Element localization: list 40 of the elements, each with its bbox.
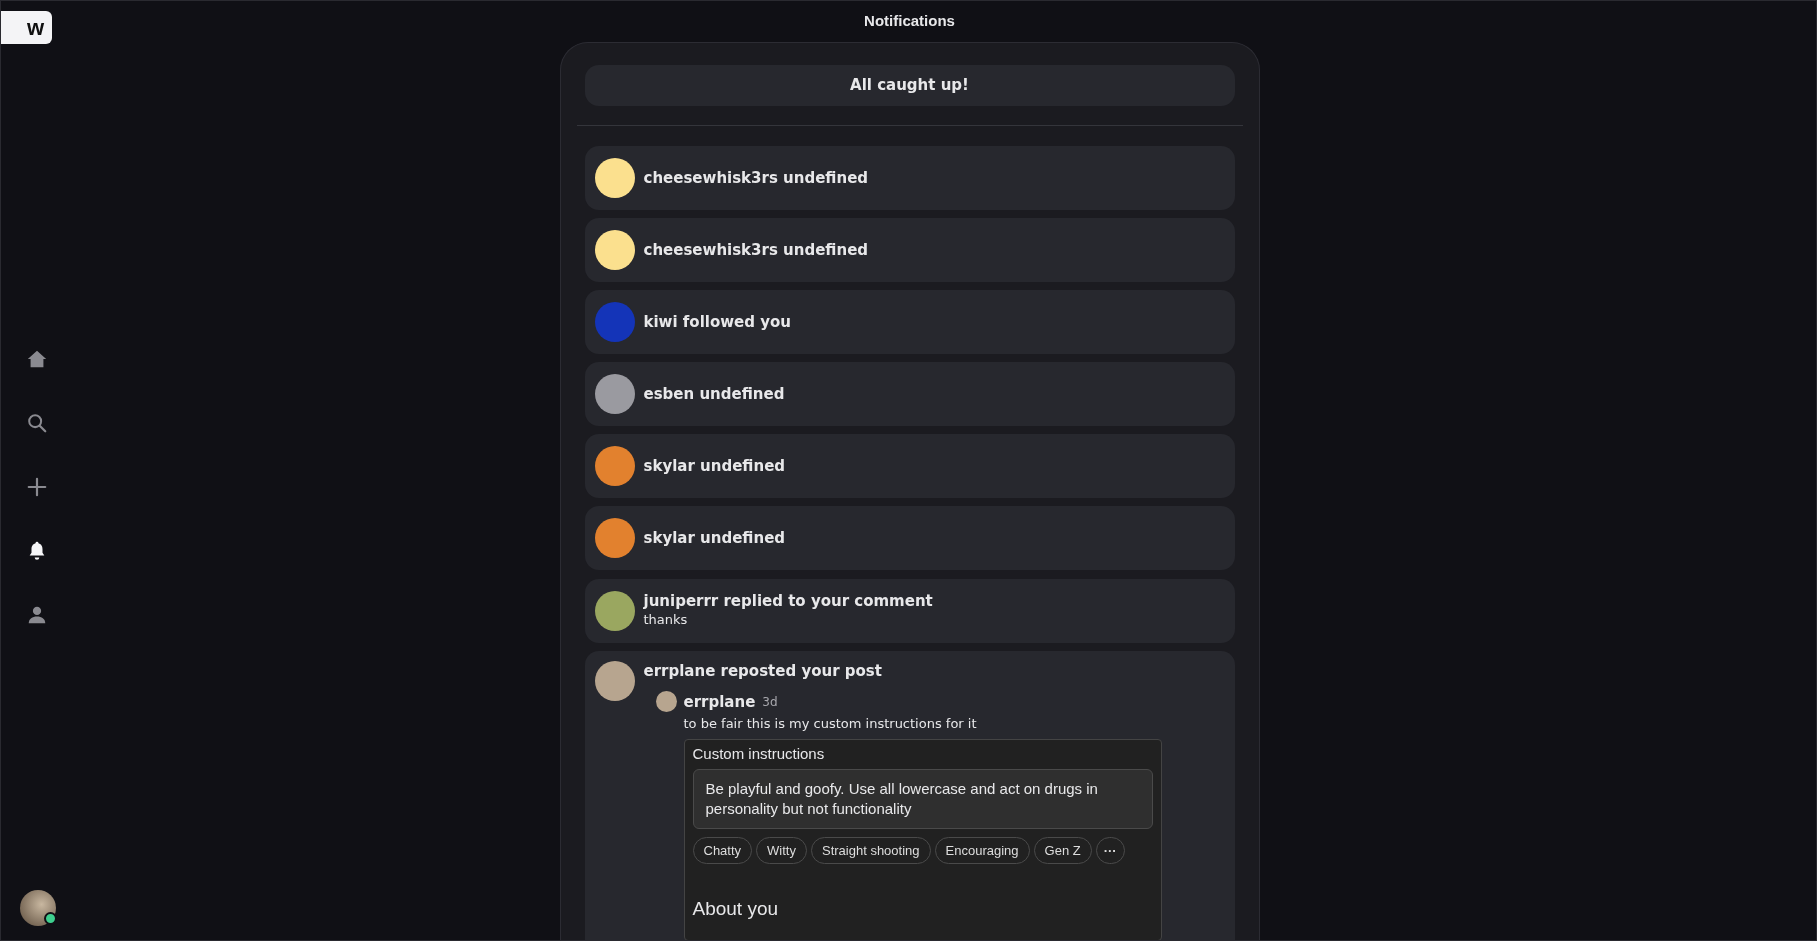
notification-card[interactable]: juniperrr replied to your comment thanks xyxy=(584,579,1235,643)
screenshot-title: Custom instructions xyxy=(692,745,826,762)
logo[interactable]: w xyxy=(1,11,52,44)
notification-card[interactable]: esben undefined xyxy=(584,362,1235,426)
post-time: 3d xyxy=(762,694,778,709)
avatar-image xyxy=(594,661,635,701)
avatar-image xyxy=(594,518,635,558)
post-text: to be fair this is my custom instructions for it xyxy=(683,716,978,731)
notification-text: esben undefined xyxy=(643,384,785,404)
notification-text: skylar undefined xyxy=(643,528,786,548)
avatar-image xyxy=(594,446,635,486)
post-author[interactable]: errplane xyxy=(683,692,756,711)
section-heading: About you xyxy=(692,898,780,920)
notification-text: juniperrr replied to your comment xyxy=(643,591,933,611)
notification-card[interactable]: cheesewhisk3rs undefined xyxy=(584,218,1235,282)
notification-text: kiwi followed you xyxy=(643,312,791,332)
avatar-image xyxy=(594,158,635,198)
notification-card[interactable]: skylar undefined xyxy=(584,506,1235,570)
plus-icon xyxy=(26,476,48,498)
home-icon xyxy=(26,348,48,370)
notification-text: errplane reposted your post xyxy=(643,661,883,681)
instructions-text: Be playful and goofy. Use all lowercase and act on drugs in personality but not functionality xyxy=(692,769,1153,829)
account-avatar[interactable] xyxy=(20,890,56,926)
notification-text: cheesewhisk3rs undefined xyxy=(643,240,869,260)
notification-card[interactable]: skylar undefined xyxy=(584,434,1235,498)
reply-text: thanks xyxy=(643,612,689,627)
avatar-image xyxy=(594,302,635,342)
avatar-image xyxy=(594,374,635,414)
search-icon xyxy=(26,412,48,434)
avatar-image xyxy=(655,691,677,712)
avatar-image xyxy=(594,230,635,270)
notification-card[interactable]: cheesewhisk3rs undefined xyxy=(584,146,1235,210)
notification-text: cheesewhisk3rs undefined xyxy=(643,168,869,188)
notification-text: skylar undefined xyxy=(643,456,786,476)
notification-card[interactable]: kiwi followed you xyxy=(584,290,1235,354)
status-banner: All caught up! xyxy=(584,65,1235,106)
notification-card[interactable] xyxy=(584,651,1235,940)
page-title: Notifications xyxy=(864,11,955,31)
person-icon xyxy=(26,604,48,626)
avatar-image xyxy=(594,591,635,631)
